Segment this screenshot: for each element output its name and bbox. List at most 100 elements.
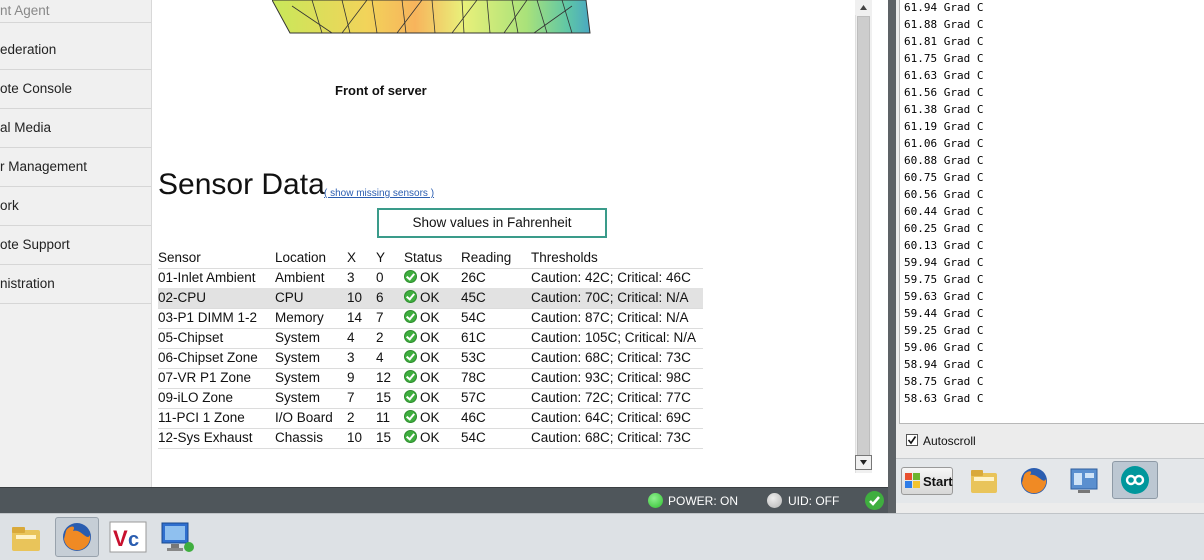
ok-check-icon bbox=[404, 370, 417, 383]
status-bar: POWER: ON UID: OFF bbox=[0, 487, 888, 514]
table-cell: 54C bbox=[461, 310, 486, 325]
window-divider bbox=[888, 0, 896, 513]
section-title: Sensor Data bbox=[158, 168, 325, 201]
folder-host-button[interactable] bbox=[8, 521, 44, 555]
table-cell: 02-CPU bbox=[158, 290, 207, 305]
column-header: Status bbox=[404, 250, 443, 265]
table-cell: Caution: 87C; Critical: N/A bbox=[531, 310, 689, 325]
sidebar-item-4[interactable]: al Media bbox=[0, 109, 151, 148]
table-cell: 2 bbox=[376, 330, 384, 345]
scroll-down-button[interactable] bbox=[855, 455, 872, 470]
serial-line: 61.75 Grad C bbox=[904, 52, 984, 65]
table-cell: Caution: 72C; Critical: 77C bbox=[531, 390, 691, 405]
table-cell: OK bbox=[420, 330, 440, 345]
host-taskbar: Vc bbox=[0, 513, 1204, 560]
sidebar-item-2[interactable]: ederation bbox=[0, 31, 151, 70]
column-header: X bbox=[347, 250, 357, 265]
vm-taskbar: Start bbox=[896, 458, 1204, 503]
nav-sidebar: nt Agent ederation ote Console al Media r Ma… bbox=[0, 0, 152, 487]
serial-line: 61.06 Grad C bbox=[904, 137, 984, 150]
table-cell: Caution: 93C; Critical: 98C bbox=[531, 370, 691, 385]
table-cell: 9 bbox=[347, 370, 355, 385]
sidebar-item-label: al Media bbox=[0, 120, 52, 135]
serial-line: 59.75 Grad C bbox=[904, 273, 984, 286]
table-cell: 07-VR P1 Zone bbox=[158, 370, 252, 385]
content-margin bbox=[872, 0, 888, 487]
uid-led-icon bbox=[767, 493, 782, 508]
serial-line: 61.94 Grad C bbox=[904, 1, 984, 14]
table-cell: 15 bbox=[376, 390, 392, 405]
column-header: Thresholds bbox=[531, 250, 598, 265]
table-cell: 3 bbox=[347, 350, 355, 365]
serial-line: 59.63 Grad C bbox=[904, 290, 984, 303]
folder-taskbar-button[interactable] bbox=[968, 465, 1000, 497]
vnc-icon: Vc bbox=[109, 521, 147, 553]
table-cell: Caution: 68C; Critical: 73C bbox=[531, 350, 691, 365]
firefox-host-button[interactable] bbox=[55, 517, 99, 557]
sidebar-item-1[interactable]: nt Agent bbox=[0, 0, 151, 23]
table-cell: 61C bbox=[461, 330, 486, 345]
table-cell: Caution: 70C; Critical: N/A bbox=[531, 290, 689, 305]
table-cell: 4 bbox=[347, 330, 355, 345]
power-status: POWER: ON bbox=[668, 494, 739, 508]
sidebar-item-6[interactable]: ork bbox=[0, 187, 151, 226]
serial-line: 61.81 Grad C bbox=[904, 35, 984, 48]
table-cell: 11-PCI 1 Zone bbox=[158, 410, 245, 425]
table-cell: 05-Chipset bbox=[158, 330, 224, 345]
table-cell: 46C bbox=[461, 410, 486, 425]
serial-line: 61.63 Grad C bbox=[904, 69, 984, 82]
serial-line: 60.56 Grad C bbox=[904, 188, 984, 201]
autoscroll-label: Autoscroll bbox=[923, 434, 976, 448]
figure-caption: Front of server bbox=[335, 83, 427, 98]
serial-line: 60.75 Grad C bbox=[904, 171, 984, 184]
table-cell: OK bbox=[420, 370, 440, 385]
serial-line: 59.44 Grad C bbox=[904, 307, 984, 320]
sidebar-item-label: r Management bbox=[0, 159, 88, 174]
table-cell: 7 bbox=[347, 390, 355, 405]
autoscroll-checkbox[interactable] bbox=[906, 434, 918, 446]
table-cell: 4 bbox=[376, 350, 384, 365]
table-cell: System bbox=[275, 370, 321, 385]
remote-desktop-icon bbox=[161, 522, 194, 552]
table-cell: 2 bbox=[347, 410, 355, 425]
show-missing-sensors-link[interactable]: ( show missing sensors ) bbox=[324, 188, 434, 199]
serial-output: 61.94 Grad C 61.88 Grad C 61.81 Grad C 61.7… bbox=[899, 0, 1204, 424]
start-button[interactable]: Start bbox=[901, 467, 953, 495]
table-cell: Caution: 105C; Critical: N/A bbox=[531, 330, 697, 345]
table-cell: OK bbox=[420, 290, 440, 305]
sidebar-item-3[interactable]: ote Console bbox=[0, 70, 151, 109]
serial-line: 58.63 Grad C bbox=[904, 392, 984, 405]
fahrenheit-button[interactable]: Show values in Fahrenheit bbox=[377, 208, 607, 238]
serial-line: 61.19 Grad C bbox=[904, 120, 984, 133]
sidebar-item-label: ederation bbox=[0, 42, 57, 57]
serial-line: 60.13 Grad C bbox=[904, 239, 984, 252]
table-cell: System bbox=[275, 350, 321, 365]
column-header: Y bbox=[376, 250, 386, 265]
sidebar-item-5[interactable]: r Management bbox=[0, 148, 151, 187]
serial-line: 59.25 Grad C bbox=[904, 324, 984, 337]
sidebar-item-7[interactable]: ote Support bbox=[0, 226, 151, 265]
sidebar-item-label: ote Console bbox=[0, 81, 73, 96]
server-manager-taskbar-button[interactable] bbox=[1068, 465, 1100, 497]
scroll-thumb[interactable] bbox=[857, 16, 870, 456]
arduino-taskbar-button[interactable] bbox=[1112, 461, 1158, 499]
vnc-host-button[interactable]: Vc bbox=[108, 519, 148, 555]
firefox-taskbar-button[interactable] bbox=[1018, 465, 1050, 497]
table-cell: 12-Sys Exhaust bbox=[158, 430, 253, 445]
svg-text:c: c bbox=[128, 529, 139, 551]
table-cell: Caution: 42C; Critical: 46C bbox=[531, 270, 691, 285]
scroll-up-button[interactable] bbox=[855, 0, 872, 15]
sidebar-item-8[interactable]: nistration bbox=[0, 265, 151, 304]
server-heatmap bbox=[272, 0, 591, 34]
serial-line: 60.44 Grad C bbox=[904, 205, 984, 218]
column-header: Reading bbox=[461, 250, 512, 265]
svg-text:V: V bbox=[113, 526, 128, 551]
ok-check-icon bbox=[404, 430, 417, 443]
table-cell: 03-P1 DIMM 1-2 bbox=[158, 310, 258, 325]
serial-line: 60.25 Grad C bbox=[904, 222, 984, 235]
table-cell: OK bbox=[420, 270, 440, 285]
sidebar-item-label: nistration bbox=[0, 276, 55, 291]
power-led-icon bbox=[648, 493, 663, 508]
arduino-icon bbox=[1121, 466, 1149, 494]
remote-desktop-host-button[interactable] bbox=[157, 519, 197, 555]
